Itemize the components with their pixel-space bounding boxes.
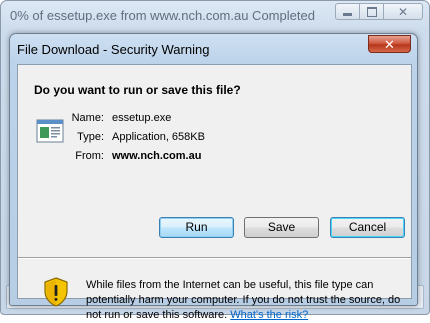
whats-the-risk-link[interactable]: What's the risk? [230, 309, 308, 321]
cancel-button[interactable]: Cancel [330, 217, 405, 238]
maximize-icon [366, 6, 377, 17]
outer-close-button[interactable]: ✕ [383, 3, 423, 20]
type-value: Application, 658KB [112, 131, 205, 143]
minimize-icon [343, 13, 352, 16]
save-button[interactable]: Save [244, 217, 319, 238]
security-warning-text: While files from the Internet can be use… [86, 278, 411, 323]
outer-window-title: 0% of essetup.exe from www.nch.com.au Co… [10, 8, 315, 23]
security-warning-dialog: File Download - Security Warning ✕ Do yo… [9, 33, 418, 321]
close-icon: ✕ [397, 4, 409, 19]
dialog-body: Do you want to run or save this file? Na… [17, 64, 412, 321]
name-value: essetup.exe [112, 112, 172, 124]
run-or-save-question: Do you want to run or save this file? [34, 83, 241, 97]
outer-window-controls: ✕ [335, 3, 423, 20]
from-value: www.nch.com.au [112, 150, 202, 162]
close-icon: ✕ [384, 36, 395, 52]
dialog-close-button[interactable]: ✕ [368, 35, 411, 53]
from-label: From: [75, 150, 104, 162]
dialog-title: File Download - Security Warning [17, 42, 210, 57]
minimize-button[interactable] [335, 3, 360, 20]
separator [18, 257, 411, 259]
maximize-button[interactable] [359, 3, 384, 20]
run-button[interactable]: Run [159, 217, 234, 238]
warning-shield-icon [44, 277, 68, 307]
type-label: Type: [77, 131, 104, 143]
name-label: Name: [71, 112, 104, 124]
